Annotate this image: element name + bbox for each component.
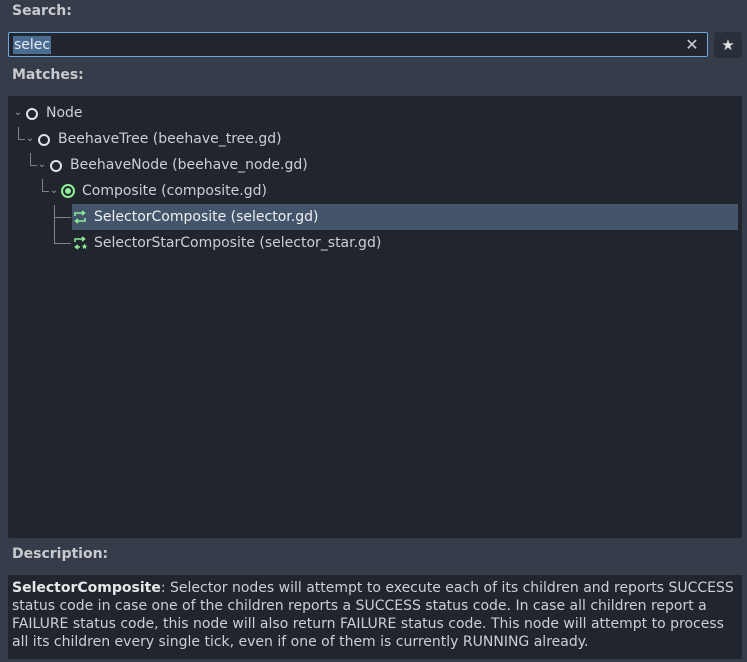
tree-item-beehave-tree[interactable]: ⌄ BeehaveTree (beehave_tree.gd) bbox=[8, 126, 742, 152]
tree-item-label: BeehaveTree (beehave_tree.gd) bbox=[58, 131, 282, 147]
selector-loop-icon bbox=[74, 210, 86, 224]
node-ring-icon bbox=[26, 108, 38, 120]
chevron-down-icon[interactable]: ⌄ bbox=[49, 178, 59, 204]
search-input-text[interactable]: selec bbox=[13, 36, 52, 54]
tree-item-selector-composite[interactable]: SelectorComposite (selector.gd) bbox=[8, 204, 742, 230]
selector-star-loop-icon bbox=[74, 236, 88, 250]
tree-item-label: SelectorComposite (selector.gd) bbox=[94, 209, 319, 225]
tree-item-composite[interactable]: ⌄ Composite (composite.gd) bbox=[8, 178, 742, 204]
description-label: Description: bbox=[12, 546, 109, 562]
favorite-button[interactable]: ★ bbox=[714, 32, 742, 58]
tree-item-beehave-node[interactable]: ⌄ BeehaveNode (beehave_node.gd) bbox=[8, 152, 742, 178]
chevron-down-icon[interactable]: ⌄ bbox=[37, 152, 47, 178]
matches-tree[interactable]: ⌄ Node ⌄ BeehaveTree (beehave_tree.gd) ⌄… bbox=[8, 96, 742, 538]
tree-item-node[interactable]: ⌄ Node bbox=[8, 100, 742, 126]
node-ring-icon bbox=[50, 160, 62, 172]
chevron-down-icon[interactable]: ⌄ bbox=[13, 100, 23, 126]
composite-green-icon bbox=[61, 184, 75, 198]
star-icon: ★ bbox=[721, 36, 735, 54]
close-icon[interactable]: ✕ bbox=[683, 35, 701, 54]
matches-label: Matches: bbox=[12, 67, 84, 83]
tree-item-label: Composite (composite.gd) bbox=[82, 183, 267, 199]
tree-item-label: SelectorStarComposite (selector_star.gd) bbox=[94, 235, 382, 251]
description-title: SelectorComposite bbox=[12, 580, 161, 596]
search-label: Search: bbox=[12, 3, 72, 19]
chevron-down-icon[interactable]: ⌄ bbox=[25, 126, 35, 152]
tree-item-label: Node bbox=[46, 105, 83, 121]
description-panel: SelectorComposite: Selector nodes will a… bbox=[8, 575, 742, 659]
tree-item-label: BeehaveNode (beehave_node.gd) bbox=[70, 157, 308, 173]
node-ring-icon bbox=[38, 134, 50, 146]
search-input[interactable]: selec ✕ bbox=[8, 32, 708, 57]
tree-item-selector-star-composite[interactable]: SelectorStarComposite (selector_star.gd) bbox=[8, 230, 742, 256]
